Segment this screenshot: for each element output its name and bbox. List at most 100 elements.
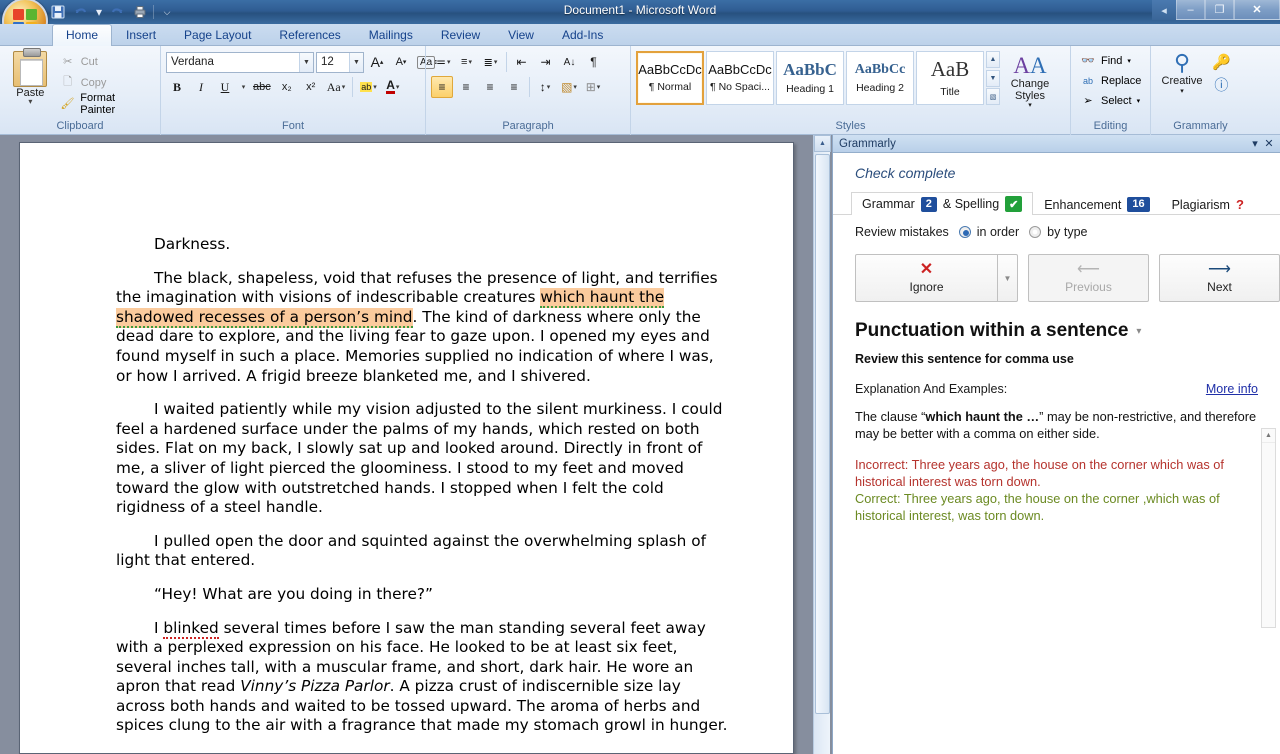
increase-indent-button[interactable]: ⇥ (535, 51, 557, 73)
tab-plagiarism[interactable]: Plagiarism ? (1161, 193, 1255, 215)
font-color-button[interactable]: A ▾ (382, 76, 404, 98)
panel-minimize-icon[interactable]: ▾ (1248, 137, 1262, 150)
font-size-combo[interactable]: 12 ▼ (316, 51, 364, 73)
paste-button[interactable]: Paste ▾ (5, 48, 56, 106)
gallery-scroll-up-icon[interactable]: ▲ (986, 51, 1000, 68)
redo-icon[interactable] (107, 3, 127, 22)
style-item-no-spacing[interactable]: AaBbCcDc ¶ No Spaci... (706, 51, 774, 105)
scissors-icon: ✂ (63, 56, 73, 68)
document-text[interactable]: Darkness. The black, shapeless, void tha… (116, 235, 733, 736)
chevron-down-icon[interactable]: ▾ (1028, 102, 1032, 109)
customize-qat-icon[interactable]: ⌵ (157, 3, 177, 22)
explanation-scrollbar[interactable]: ▲ (1261, 428, 1276, 628)
gallery-scroll-down-icon[interactable]: ▼ (986, 69, 1000, 87)
tab-home[interactable]: Home (52, 24, 113, 46)
font-name-combo[interactable]: Verdana ▼ (166, 51, 314, 73)
tab-add-ins[interactable]: Add-Ins (548, 24, 617, 46)
chevron-down-icon[interactable]: ▼ (349, 52, 363, 72)
radio-button-icon[interactable] (958, 226, 971, 238)
radio-by-type[interactable]: by type (1029, 225, 1087, 239)
minimize-button[interactable]: – (1176, 0, 1205, 20)
tab-view[interactable]: View (494, 24, 548, 46)
document-vertical-scrollbar[interactable]: ▲ (813, 135, 831, 754)
info-icon[interactable]: ⓘ (1214, 75, 1228, 95)
restore-button[interactable]: ❐ (1205, 0, 1234, 20)
shading-button[interactable]: ▧ ▾ (558, 76, 580, 98)
tab-insert[interactable]: Insert (112, 24, 170, 46)
more-info-link[interactable]: More info (1206, 382, 1258, 396)
paragraph-1: Darkness. (116, 235, 733, 255)
style-item-title[interactable]: AaB Title (916, 51, 984, 105)
tab-grammar-spelling[interactable]: Grammar 2 & Spelling ✔ (851, 192, 1034, 215)
align-right-button[interactable]: ≡ (479, 76, 501, 98)
chevron-down-icon[interactable]: ▾ (1180, 87, 1184, 95)
office-button[interactable] (2, 0, 48, 24)
chevron-down-icon[interactable]: ▾ (28, 97, 32, 106)
chevron-down-icon[interactable]: ▼ (299, 52, 313, 72)
scroll-up-icon[interactable]: ▲ (1262, 429, 1275, 443)
ignore-dropdown-icon[interactable]: ▼ (998, 254, 1018, 302)
ribbon-tab-strip: Home Insert Page Layout References Maili… (0, 24, 1280, 46)
bold-button[interactable]: B (166, 76, 188, 98)
shrink-font-button[interactable]: A ▾ (390, 51, 412, 73)
borders-icon: ⊞ (585, 80, 596, 94)
undo-icon[interactable] (71, 3, 91, 22)
spelling-issue-word[interactable]: blinked (163, 618, 219, 639)
tab-enhancement[interactable]: Enhancement 16 (1033, 193, 1160, 215)
line-spacing-button[interactable]: ↕ ▾ (534, 76, 556, 98)
chevron-down-icon[interactable]: ▾ (1136, 326, 1141, 337)
sort-button[interactable]: A↓ (559, 51, 581, 73)
bullets-button[interactable]: ≔ ▾ (431, 51, 454, 73)
replace-button[interactable]: ab Replace (1076, 71, 1145, 90)
justify-button[interactable]: ≡ (503, 76, 525, 98)
print-preview-icon[interactable] (130, 3, 150, 22)
underline-dropdown-icon[interactable]: ▾ (238, 76, 248, 98)
paragraph-row-2: ≡ ≡ ≡ ≡ ↕ ▾ ▧ ▾ ⊞ ▾ (431, 76, 604, 98)
back-arrow-icon[interactable]: ◂ (1152, 0, 1176, 20)
style-item-heading-2[interactable]: AaBbCc Heading 2 (846, 51, 914, 105)
previous-button[interactable]: ⟵ Previous (1028, 254, 1149, 302)
gallery-more-icon[interactable]: ▧ (986, 88, 1000, 105)
decrease-indent-button[interactable]: ⇤ (511, 51, 533, 73)
copy-button[interactable]: 🗋 Copy (56, 73, 155, 92)
grammarly-creative-button[interactable]: ⚲ Creative ▾ (1156, 51, 1208, 96)
change-styles-button[interactable]: AA Change Styles ▾ (1000, 51, 1060, 109)
save-icon[interactable] (48, 3, 68, 22)
tab-mailings[interactable]: Mailings (355, 24, 427, 46)
strikethrough-button[interactable]: abc (250, 76, 274, 98)
align-left-button[interactable]: ≡ (431, 76, 453, 98)
show-formatting-marks-button[interactable]: ¶ (583, 51, 605, 73)
style-item-normal[interactable]: AaBbCcDc ¶ Normal (636, 51, 704, 105)
borders-button[interactable]: ⊞ ▾ (582, 76, 604, 98)
style-item-heading-1[interactable]: AaBbC Heading 1 (776, 51, 844, 105)
multilevel-list-button[interactable]: ≣ ▾ (480, 51, 502, 73)
scroll-up-icon[interactable]: ▲ (814, 135, 831, 152)
select-button[interactable]: ➢ Select ▾ (1076, 91, 1145, 110)
radio-in-order[interactable]: in order (958, 225, 1019, 239)
find-button[interactable]: 👓 Find ▾ (1076, 51, 1145, 70)
align-center-button[interactable]: ≡ (455, 76, 477, 98)
subscript-button[interactable]: x₂ (276, 76, 298, 98)
tab-review[interactable]: Review (427, 24, 494, 46)
italic-button[interactable]: I (190, 76, 212, 98)
panel-close-icon[interactable]: ✕ (1262, 137, 1276, 150)
undo-dropdown-icon[interactable]: ▾ (94, 3, 104, 22)
ignore-button[interactable]: ✕ Ignore (855, 254, 998, 302)
radio-button-icon[interactable] (1029, 226, 1042, 238)
key-icon[interactable]: 🔑 (1212, 53, 1231, 71)
next-button[interactable]: ⟶ Next (1159, 254, 1280, 302)
text-highlight-button[interactable]: ab ▾ (357, 76, 380, 98)
underline-button[interactable]: U (214, 76, 236, 98)
close-button[interactable]: ✕ (1234, 0, 1280, 20)
numbering-button[interactable]: ≡ ▾ (456, 51, 478, 73)
format-painter-button[interactable]: 🖌 Format Painter (56, 92, 155, 116)
superscript-button[interactable]: x² (300, 76, 322, 98)
tab-references[interactable]: References (265, 24, 354, 46)
run-text: I waited patiently while my vision adjus… (116, 400, 723, 517)
tab-page-layout[interactable]: Page Layout (170, 24, 265, 46)
grow-font-button[interactable]: A ▴ (366, 51, 388, 73)
document-page[interactable]: Darkness. The black, shapeless, void tha… (19, 142, 794, 754)
change-case-button[interactable]: Aa ▾ (324, 76, 349, 98)
scrollbar-thumb[interactable] (815, 154, 830, 714)
cut-button[interactable]: ✂ Cut (56, 52, 155, 71)
